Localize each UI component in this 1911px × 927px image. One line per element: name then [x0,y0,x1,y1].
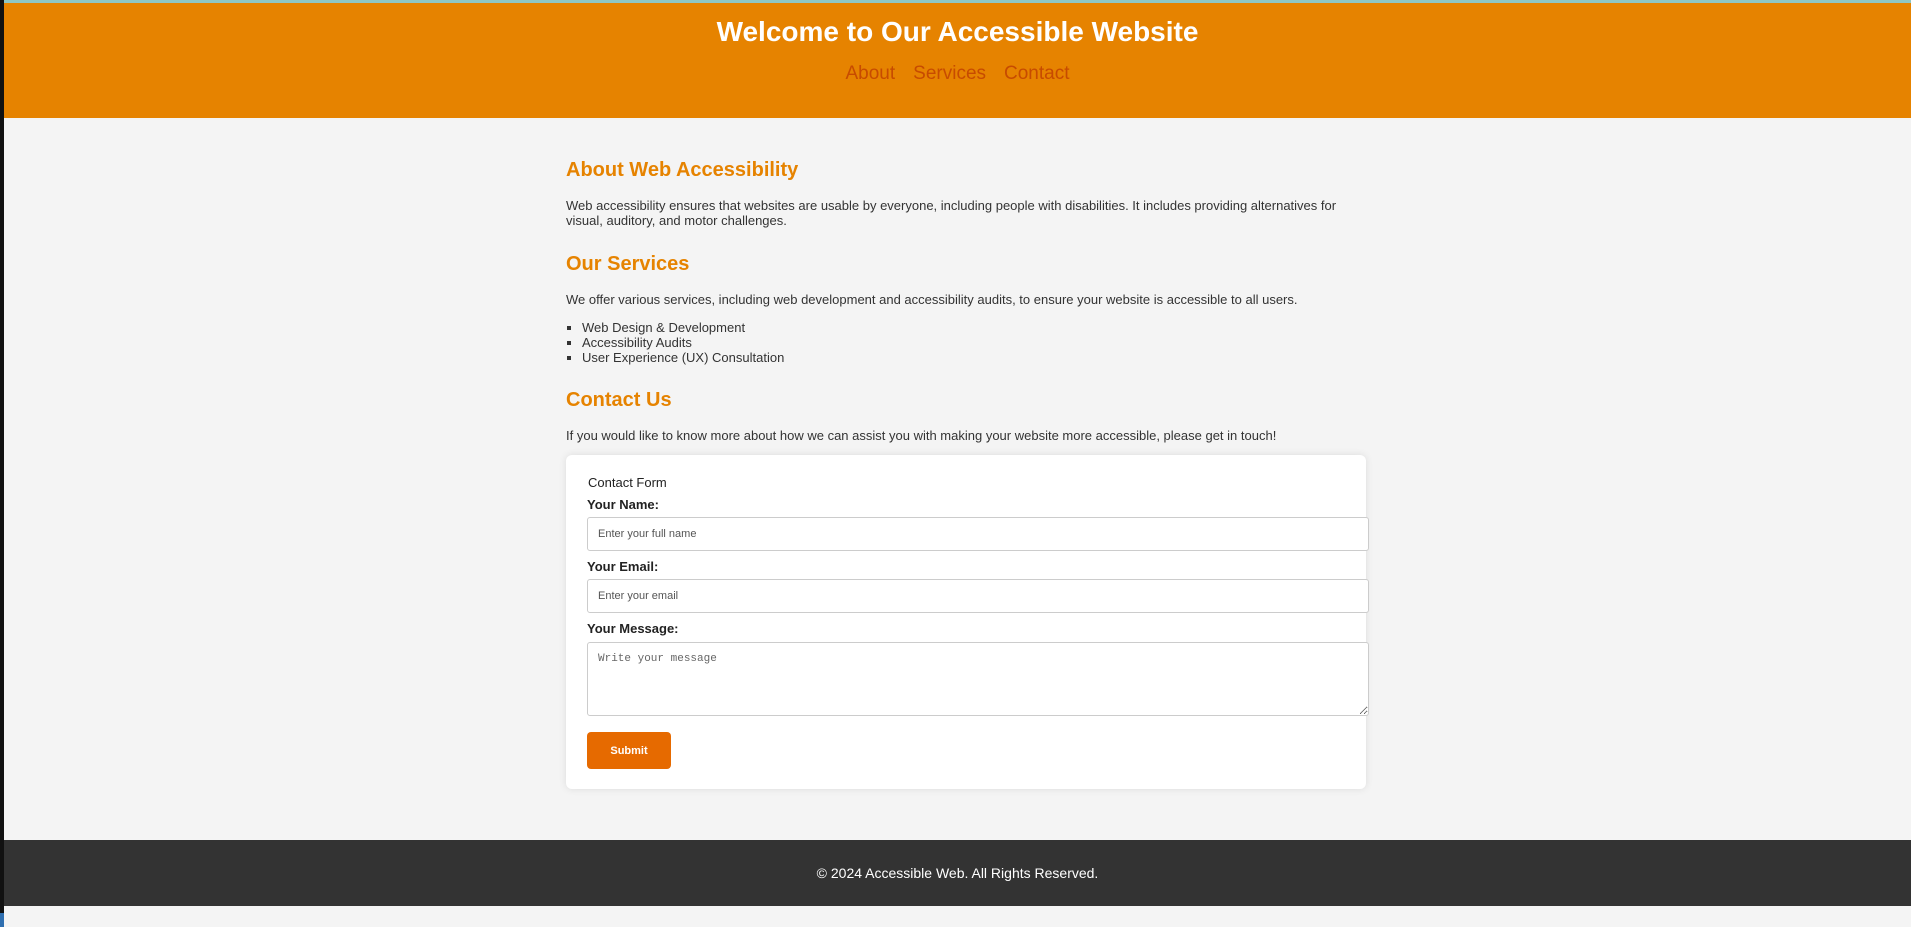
window-left-edge [0,0,4,927]
message-textarea[interactable] [587,642,1369,716]
list-item: Accessibility Audits [582,335,784,350]
contact-heading: Contact Us [566,389,672,411]
site-title: Welcome to Our Accessible Website [716,16,1199,47]
name-label: Your Name: [587,497,659,512]
list-item: User Experience (UX) Consultation [582,350,784,365]
name-input[interactable] [587,517,1369,551]
form-legend: Contact Form [588,475,667,490]
contact-text: If you would like to know more about how… [566,428,1277,443]
list-item: Web Design & Development [582,320,784,335]
services-heading: Our Services [566,253,690,275]
message-label: Your Message: [587,621,679,636]
email-input[interactable] [587,579,1369,613]
nav-link-contact[interactable]: Contact [1004,63,1069,85]
nav-link-about[interactable]: About [846,63,896,85]
submit-button[interactable]: Submit [587,732,671,769]
nav-link-services[interactable]: Services [913,63,986,85]
email-label: Your Email: [587,559,659,574]
about-text: Web accessibility ensures that websites … [566,198,1337,228]
services-list: Web Design & Development Accessibility A… [566,320,784,365]
services-text: We offer various services, including web… [566,292,1298,307]
main-nav: About Services Contact [4,63,1911,85]
about-heading: About Web Accessibility [566,159,799,181]
site-footer: © 2024 Accessible Web. All Rights Reserv… [4,840,1911,906]
site-header: Welcome to Our Accessible Website About … [4,0,1911,118]
footer-copyright: © 2024 Accessible Web. All Rights Reserv… [816,865,1099,881]
contact-form: Contact Form Your Name: Your Email: Your… [566,455,1369,789]
window-left-edge-accent [0,913,4,927]
